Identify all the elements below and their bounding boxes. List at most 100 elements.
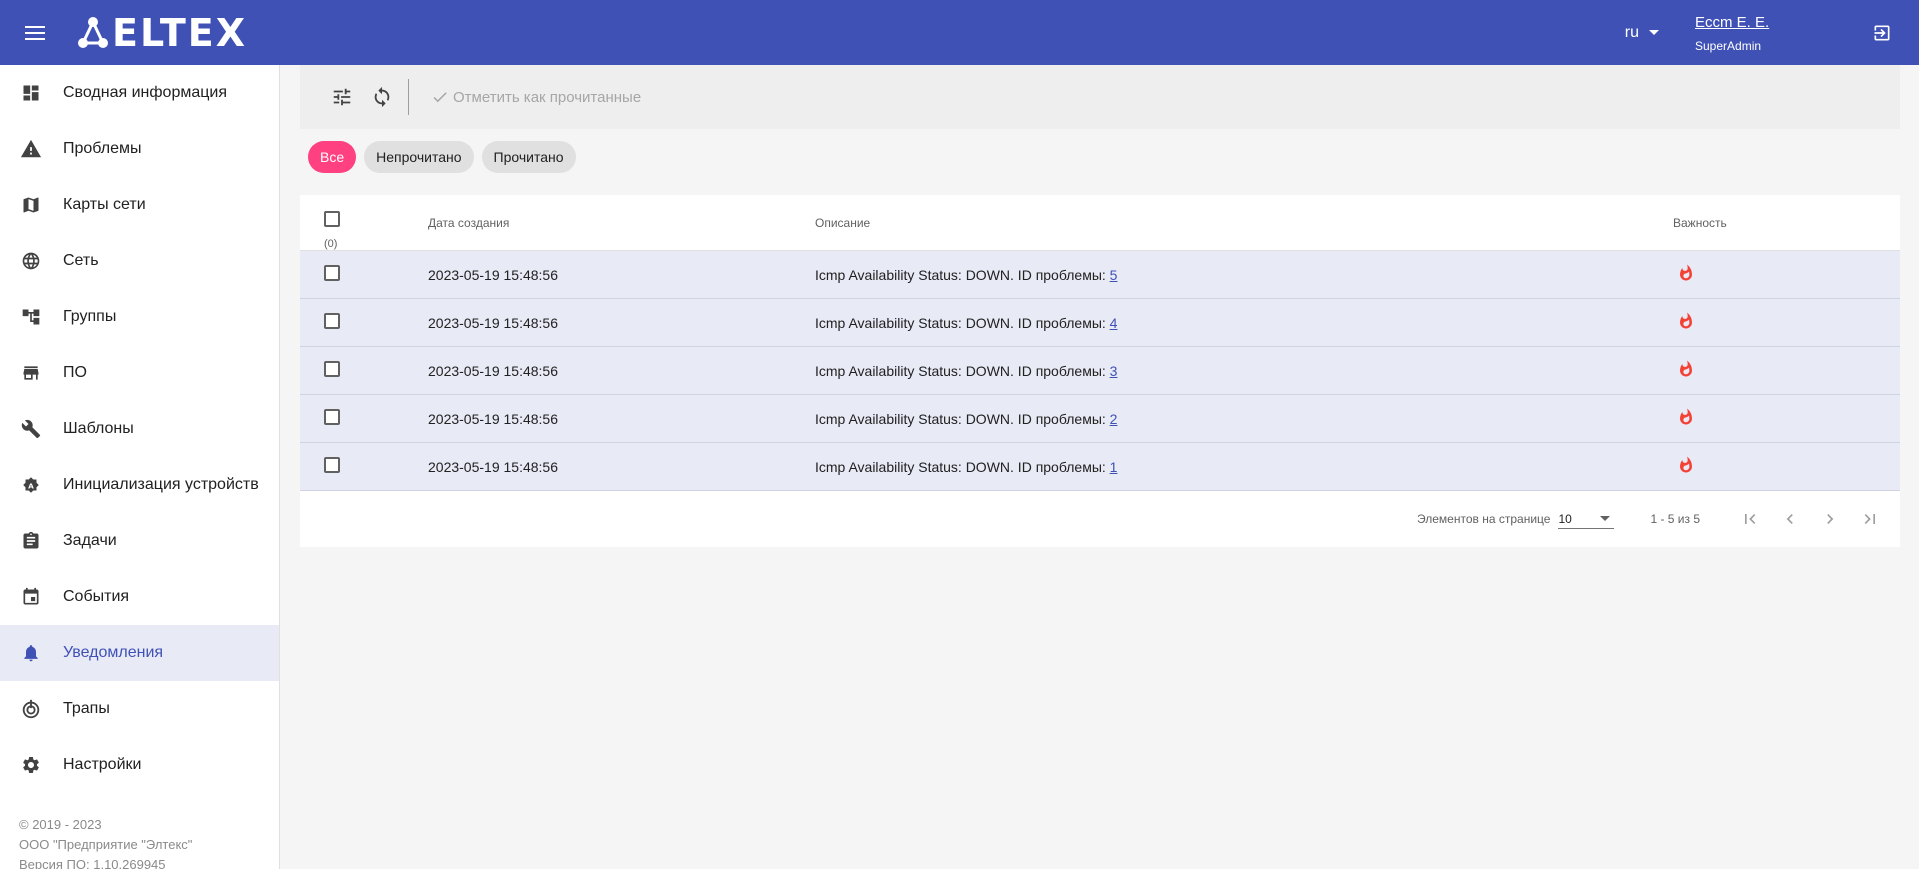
warning-icon — [20, 138, 42, 160]
items-per-page-label: Элементов на странице — [1417, 512, 1551, 526]
user-info: Eccm E. E. SuperAdmin — [1695, 13, 1865, 53]
sidebar-item-traps[interactable]: Трапы — [0, 681, 279, 737]
store-icon — [20, 362, 42, 384]
column-header-severity[interactable]: Важность — [1673, 216, 1900, 230]
sidebar-item-label: Инициализация устройств — [63, 476, 259, 493]
row-description: Icmp Availability Status: DOWN. ID пробл… — [815, 459, 1673, 475]
row-date: 2023-05-19 15:48:56 — [428, 362, 558, 379]
language-select[interactable]: ru — [1625, 24, 1659, 42]
column-header-description[interactable]: Описание — [815, 216, 1673, 230]
row-description-text: Icmp Availability Status: DOWN. ID пробл… — [815, 362, 1110, 379]
version-text: Версия ПО: 1.10.269945 — [19, 857, 166, 869]
row-description: Icmp Availability Status: DOWN. ID пробл… — [815, 411, 1673, 427]
filter-chips: Все Непрочитано Прочитано — [300, 129, 1900, 185]
fire-icon — [1677, 455, 1695, 475]
fire-icon — [1677, 263, 1695, 283]
sidebar-item-label: События — [63, 588, 130, 605]
fire-icon — [1677, 359, 1695, 379]
sidebar-item-summary[interactable]: Сводная информация — [0, 65, 279, 121]
mark-as-read-button[interactable]: Отметить как прочитанные — [431, 88, 641, 106]
user-name-link[interactable]: Eccm E. E. — [1695, 13, 1865, 33]
problem-id-link[interactable]: 1 — [1110, 459, 1118, 475]
table-row[interactable]: 2023-05-19 15:48:56 Icmp Availability St… — [300, 299, 1900, 347]
prev-page-icon[interactable] — [1770, 499, 1810, 539]
sidebar-item-notifications[interactable]: Уведомления — [0, 625, 279, 681]
select-all-checkbox[interactable] — [324, 210, 340, 227]
row-checkbox[interactable] — [324, 265, 340, 281]
toolbar-divider — [408, 79, 409, 115]
eltex-logo[interactable]: ELTEX — [78, 13, 247, 53]
sidebar-item-templates[interactable]: Шаблоны — [0, 401, 279, 457]
sidebar-item-problems[interactable]: Проблемы — [0, 121, 279, 177]
page-range: 1 - 5 из 5 — [1650, 512, 1700, 526]
main-content: Отметить как прочитанные Все Непрочитано… — [300, 65, 1900, 547]
sidebar-item-groups[interactable]: Группы — [0, 289, 279, 345]
sidebar-item-tasks[interactable]: Задачи — [0, 513, 279, 569]
tree-icon — [20, 306, 42, 328]
refresh-icon[interactable] — [362, 77, 402, 117]
menu-icon[interactable] — [18, 16, 52, 50]
table-row[interactable]: 2023-05-19 15:48:56 Icmp Availability St… — [300, 251, 1900, 299]
last-page-icon[interactable] — [1850, 499, 1890, 539]
map-icon — [20, 194, 42, 216]
sidebar-item-network[interactable]: Сеть — [0, 233, 279, 289]
problem-id-link[interactable]: 3 — [1110, 363, 1118, 379]
check-icon — [433, 92, 447, 103]
paginator: Элементов на странице 10 1 - 5 из 5 — [300, 491, 1900, 547]
user-role: SuperAdmin — [1695, 38, 1762, 53]
chevron-down-icon — [1600, 516, 1611, 521]
sidebar-item-settings[interactable]: Настройки — [0, 737, 279, 793]
next-page-icon[interactable] — [1810, 499, 1850, 539]
items-per-page-select[interactable]: 10 — [1558, 509, 1615, 529]
row-date: 2023-05-19 15:48:56 — [428, 410, 558, 427]
wrench-icon — [20, 418, 42, 440]
row-checkbox[interactable] — [324, 457, 340, 473]
copyright-text: © 2019 - 2023 — [19, 817, 102, 832]
sidebar-footer: © 2019 - 2023 ООО "Предприятие "Элтекс" … — [19, 815, 192, 869]
clipboard-icon — [20, 530, 42, 552]
sidebar-item-label: Карты сети — [63, 196, 146, 213]
row-checkbox[interactable] — [324, 361, 340, 377]
row-checkbox[interactable] — [324, 313, 340, 329]
filter-read-chip[interactable]: Прочитано — [481, 141, 576, 173]
sidebar-item-label: Настройки — [63, 756, 142, 773]
sidebar-item-network-maps[interactable]: Карты сети — [0, 177, 279, 233]
sidebar-item-software[interactable]: ПО — [0, 345, 279, 401]
row-description: Icmp Availability Status: DOWN. ID пробл… — [815, 363, 1673, 379]
sidebar-item-label: Уведомления — [63, 644, 164, 661]
problem-id-link[interactable]: 5 — [1110, 267, 1118, 283]
sidebar-item-label: Группы — [63, 308, 117, 325]
notifications-table: (0) Дата создания Описание Важность 2023… — [300, 195, 1900, 547]
row-date: 2023-05-19 15:48:56 — [428, 314, 558, 331]
first-page-icon[interactable] — [1730, 499, 1770, 539]
row-description: Icmp Availability Status: DOWN. ID пробл… — [815, 315, 1673, 331]
sidebar-item-label: ПО — [63, 364, 87, 381]
chevron-down-icon — [1649, 30, 1659, 35]
calendar-icon — [20, 586, 42, 608]
sidebar-item-device-init[interactable]: A Инициализация устройств — [0, 457, 279, 513]
filter-settings-icon[interactable] — [322, 77, 362, 117]
filter-unread-chip[interactable]: Непрочитано — [364, 141, 474, 173]
toolbar: Отметить как прочитанные — [300, 65, 1900, 129]
row-description: Icmp Availability Status: DOWN. ID пробл… — [815, 267, 1673, 283]
filter-all-chip[interactable]: Все — [308, 141, 357, 173]
row-date: 2023-05-19 15:48:56 — [428, 266, 558, 283]
sidebar-item-label: Шаблоны — [63, 420, 134, 437]
table-row[interactable]: 2023-05-19 15:48:56 Icmp Availability St… — [300, 443, 1900, 491]
problem-id-link[interactable]: 4 — [1110, 315, 1118, 331]
mark-as-read-label: Отметить как прочитанные — [453, 88, 642, 106]
language-value: ru — [1624, 23, 1639, 41]
logo-text: ELTEX — [112, 10, 248, 55]
row-checkbox[interactable] — [324, 409, 340, 425]
row-description-text: Icmp Availability Status: DOWN. ID пробл… — [815, 266, 1110, 283]
app-header: ELTEX ru Eccm E. E. SuperAdmin — [0, 0, 1919, 65]
sidebar-item-events[interactable]: События — [0, 569, 279, 625]
table-row[interactable]: 2023-05-19 15:48:56 Icmp Availability St… — [300, 395, 1900, 443]
table-row[interactable]: 2023-05-19 15:48:56 Icmp Availability St… — [300, 347, 1900, 395]
fire-icon — [1677, 311, 1695, 331]
problem-id-link[interactable]: 2 — [1110, 411, 1118, 427]
column-header-date[interactable]: Дата создания — [428, 216, 815, 230]
sidebar-item-label: Проблемы — [63, 140, 142, 157]
logout-icon[interactable] — [1865, 16, 1899, 50]
fire-icon — [1677, 407, 1695, 427]
